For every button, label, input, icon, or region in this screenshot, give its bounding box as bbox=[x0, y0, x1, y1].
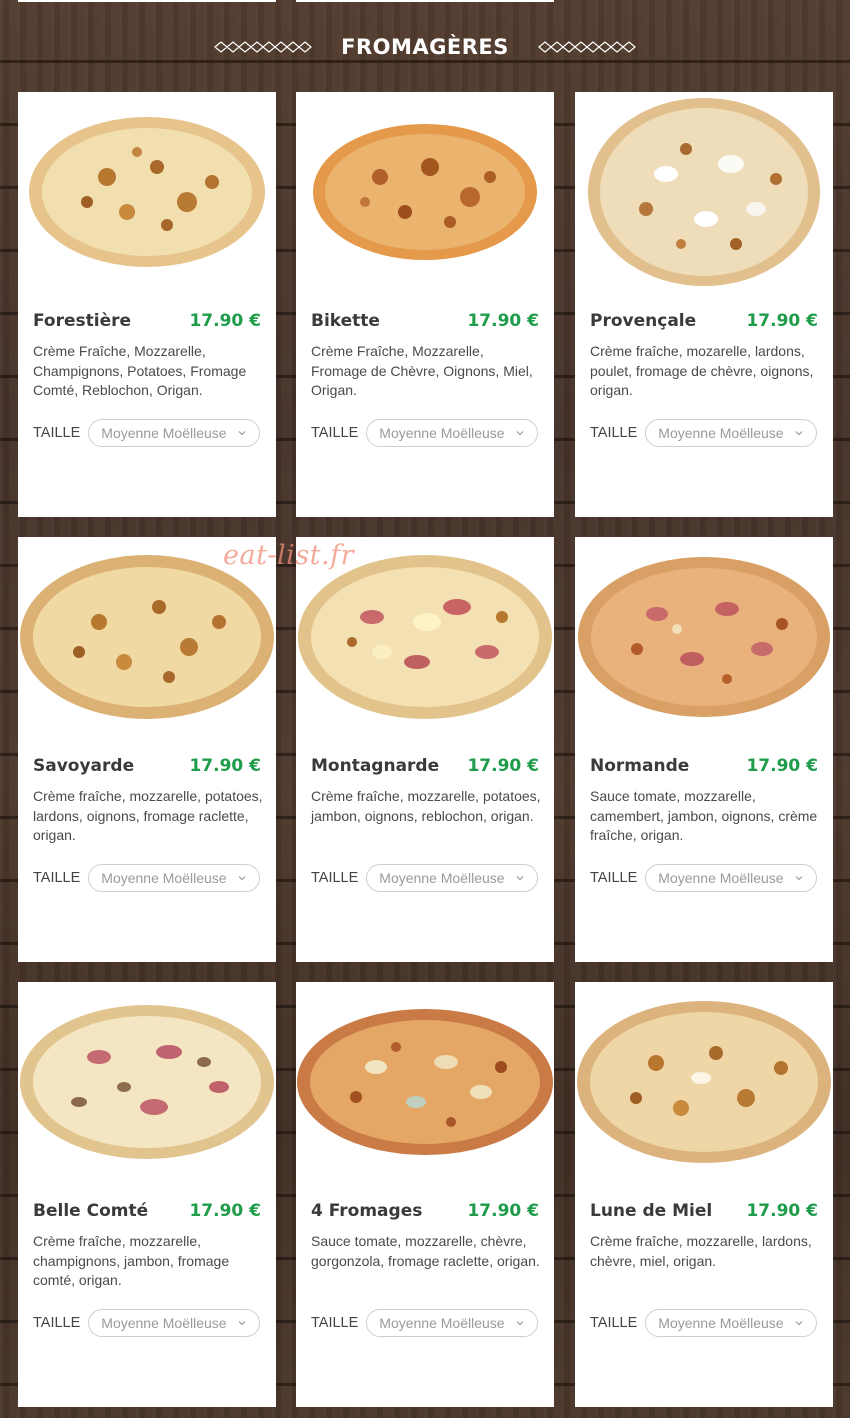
chevron-down-icon bbox=[238, 431, 246, 436]
pizza-card[interactable]: Normande 17.90 € Sauce tomate, mozzarell… bbox=[575, 537, 833, 962]
pizza-description: Sauce tomate, mozzarelle, camembert, jam… bbox=[590, 788, 818, 843]
pizza-card[interactable]: Lune de Miel 17.90 € Crème fraîche, mozz… bbox=[575, 982, 833, 1407]
size-row: TAILLE Moyenne Moëlleuse bbox=[311, 1308, 539, 1338]
size-label: TAILLE bbox=[590, 1315, 638, 1331]
size-label: TAILLE bbox=[311, 425, 359, 441]
pizza-name: 4 Fromages bbox=[311, 1201, 423, 1221]
size-select-value: Moyenne Moëlleuse bbox=[658, 870, 784, 886]
size-select[interactable]: Moyenne Moëlleuse bbox=[366, 419, 539, 447]
pizza-name: Belle Comté bbox=[33, 1201, 149, 1221]
chevron-down-icon bbox=[516, 1321, 524, 1326]
pizza-image bbox=[575, 537, 833, 737]
pizza-name: Lune de Miel bbox=[590, 1201, 713, 1221]
pizza-card[interactable]: Montagnarde 17.90 € Crème fraîche, mozza… bbox=[296, 537, 554, 962]
size-label: TAILLE bbox=[590, 870, 638, 886]
size-select[interactable]: Moyenne Moëlleuse bbox=[88, 864, 261, 892]
size-select-value: Moyenne Moëlleuse bbox=[101, 1315, 227, 1331]
size-label: TAILLE bbox=[311, 1315, 359, 1331]
size-select-value: Moyenne Moëlleuse bbox=[658, 1315, 784, 1331]
size-row: TAILLE Moyenne Moëlleuse bbox=[33, 1308, 261, 1338]
pizza-price: 17.90 € bbox=[467, 1201, 539, 1221]
pizza-description: Crème fraîche, mozzarelle, champignons, … bbox=[33, 1233, 230, 1288]
size-select[interactable]: Moyenne Moëlleuse bbox=[88, 419, 261, 447]
size-select[interactable]: Moyenne Moëlleuse bbox=[366, 1309, 539, 1337]
size-select-value: Moyenne Moëlleuse bbox=[379, 870, 505, 886]
pizza-image bbox=[18, 982, 276, 1182]
pizza-image bbox=[296, 982, 554, 1182]
watermark: eat-list.fr bbox=[223, 540, 355, 571]
pizza-price: 17.90 € bbox=[746, 1201, 818, 1221]
size-row: TAILLE Moyenne Moëlleuse bbox=[311, 863, 539, 893]
chevron-down-icon bbox=[516, 431, 524, 436]
size-row: TAILLE Moyenne Moëlleuse bbox=[33, 863, 261, 893]
pizza-card[interactable]: Provençale 17.90 € Crème fraîche, mozare… bbox=[575, 92, 833, 517]
pizza-price: 17.90 € bbox=[746, 756, 818, 776]
size-row: TAILLE Moyenne Moëlleuse bbox=[590, 863, 818, 893]
pizza-price: 17.90 € bbox=[189, 1201, 261, 1221]
pizza-image bbox=[575, 92, 833, 292]
pizza-name: Bikette bbox=[311, 311, 380, 331]
chevron-down-icon bbox=[795, 431, 803, 436]
size-row: TAILLE Moyenne Moëlleuse bbox=[590, 418, 818, 448]
chevron-down-icon bbox=[795, 876, 803, 881]
pizza-description: Sauce tomate, mozzarelle, chèvre, gorgon… bbox=[311, 1233, 540, 1269]
size-select-value: Moyenne Moëlleuse bbox=[658, 425, 784, 441]
chevron-down-icon bbox=[516, 876, 524, 881]
size-row: TAILLE Moyenne Moëlleuse bbox=[33, 418, 261, 448]
size-label: TAILLE bbox=[33, 425, 81, 441]
size-select-value: Moyenne Moëlleuse bbox=[101, 870, 227, 886]
size-label: TAILLE bbox=[33, 870, 81, 886]
pizza-name: Provençale bbox=[590, 311, 697, 331]
pizza-card[interactable]: Savoyarde 17.90 € Crème fraîche, mozzare… bbox=[18, 537, 276, 962]
size-row: TAILLE Moyenne Moëlleuse bbox=[311, 418, 539, 448]
pizza-name: Normande bbox=[590, 756, 690, 776]
size-select[interactable]: Moyenne Moëlleuse bbox=[645, 1309, 818, 1337]
pizza-description: Crème fraîche, mozarelle, lardons, poule… bbox=[590, 343, 814, 398]
pizza-grid: Forestière 17.90 € Crème Fraîche, Mozzar… bbox=[0, 0, 850, 1418]
size-label: TAILLE bbox=[311, 870, 359, 886]
size-select-value: Moyenne Moëlleuse bbox=[101, 425, 227, 441]
chevron-down-icon bbox=[238, 876, 246, 881]
size-select[interactable]: Moyenne Moëlleuse bbox=[645, 419, 818, 447]
pizza-name: Savoyarde bbox=[33, 756, 135, 776]
pizza-description: Crème fraîche, mozzarelle, potatoes, jam… bbox=[311, 788, 541, 824]
pizza-description: Crème Fraîche, Mozzarelle, Fromage de Ch… bbox=[311, 343, 533, 398]
pizza-card[interactable]: Belle Comté 17.90 € Crème fraîche, mozza… bbox=[18, 982, 276, 1407]
size-row: TAILLE Moyenne Moëlleuse bbox=[590, 1308, 818, 1338]
pizza-name: Forestière bbox=[33, 311, 132, 331]
pizza-card[interactable]: 4 Fromages 17.90 € Sauce tomate, mozzare… bbox=[296, 982, 554, 1407]
pizza-image bbox=[18, 92, 276, 292]
pizza-price: 17.90 € bbox=[467, 756, 539, 776]
pizza-card[interactable]: Forestière 17.90 € Crème Fraîche, Mozzar… bbox=[18, 92, 276, 517]
chevron-down-icon bbox=[795, 1321, 803, 1326]
pizza-image bbox=[296, 92, 554, 292]
size-select[interactable]: Moyenne Moëlleuse bbox=[645, 864, 818, 892]
pizza-price: 17.90 € bbox=[189, 311, 261, 331]
pizza-description: Crème fraîche, mozzarelle, lardons, chèv… bbox=[590, 1233, 812, 1269]
size-label: TAILLE bbox=[33, 1315, 81, 1331]
pizza-description: Crème Fraîche, Mozzarelle, Champignons, … bbox=[33, 343, 247, 398]
pizza-name: Montagnarde bbox=[311, 756, 440, 776]
pizza-image bbox=[575, 982, 833, 1182]
size-select[interactable]: Moyenne Moëlleuse bbox=[366, 864, 539, 892]
size-label: TAILLE bbox=[590, 425, 638, 441]
size-select[interactable]: Moyenne Moëlleuse bbox=[88, 1309, 261, 1337]
size-select-value: Moyenne Moëlleuse bbox=[379, 425, 505, 441]
pizza-price: 17.90 € bbox=[746, 311, 818, 331]
pizza-description: Crème fraîche, mozzarelle, potatoes, lar… bbox=[33, 788, 263, 843]
chevron-down-icon bbox=[238, 1321, 246, 1326]
pizza-price: 17.90 € bbox=[189, 756, 261, 776]
pizza-card[interactable]: Bikette 17.90 € Crème Fraîche, Mozzarell… bbox=[296, 92, 554, 517]
pizza-price: 17.90 € bbox=[467, 311, 539, 331]
size-select-value: Moyenne Moëlleuse bbox=[379, 1315, 505, 1331]
